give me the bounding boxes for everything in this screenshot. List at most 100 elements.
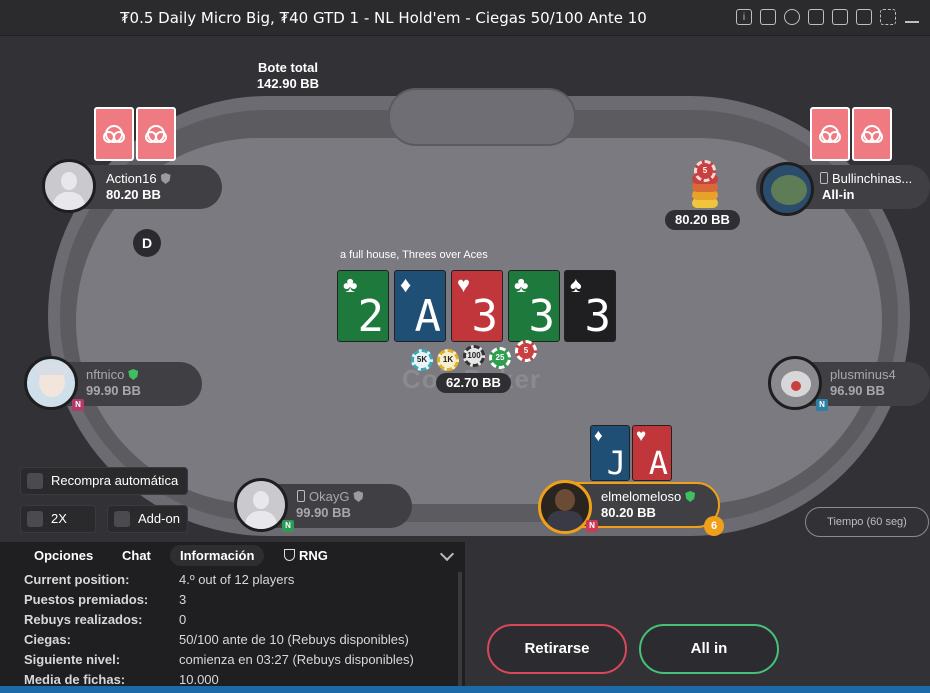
table-top-slot bbox=[388, 88, 576, 146]
info-value: 4.º out of 12 players bbox=[179, 572, 295, 587]
info-value: 3 bbox=[179, 592, 187, 607]
mobile-icon bbox=[820, 172, 828, 184]
lobby-icon[interactable] bbox=[808, 9, 824, 25]
card-suit: ♥ bbox=[457, 272, 471, 297]
card-back bbox=[810, 107, 850, 161]
board-card: ♣ 3 bbox=[508, 270, 560, 342]
shield-icon bbox=[284, 549, 295, 561]
card-back bbox=[136, 107, 176, 161]
info-value: 10.000 bbox=[179, 672, 219, 687]
board-card: ♣ 2 bbox=[337, 270, 389, 342]
chip: 5K bbox=[411, 349, 433, 371]
player-name: nftnico bbox=[86, 367, 139, 382]
info-key: Rebuys realizados: bbox=[24, 612, 143, 627]
card-rank: A bbox=[648, 444, 668, 481]
info-key: Media de fichas: bbox=[24, 672, 126, 687]
player-stack: All-in bbox=[822, 187, 855, 202]
window-title: ₮0.5 Daily Micro Big, ₮40 GTD 1 - NL Hol… bbox=[120, 9, 647, 27]
player-name: OkayG bbox=[297, 489, 364, 504]
chip: 25 bbox=[489, 347, 511, 369]
tab-chat[interactable]: Chat bbox=[122, 548, 151, 563]
time-bank-button[interactable]: Tiempo (60 seg) bbox=[805, 507, 929, 537]
tab-informacion[interactable]: Información bbox=[170, 545, 265, 566]
mobile-icon bbox=[297, 490, 305, 502]
cashier-icon[interactable] bbox=[760, 9, 776, 25]
player-name: elmelomeloso bbox=[601, 489, 696, 504]
settings-icon[interactable] bbox=[856, 9, 872, 25]
card-suit: ♣ bbox=[514, 272, 529, 297]
title-bar-icons: i bbox=[736, 9, 920, 25]
avatar bbox=[538, 480, 592, 534]
tables-icon[interactable] bbox=[832, 9, 848, 25]
avatar bbox=[42, 159, 96, 213]
player-name: Action16 bbox=[106, 171, 171, 186]
card-suit: ♥ bbox=[636, 426, 647, 445]
info-value: 50/100 ante de 10 (Rebuys disponibles) bbox=[179, 632, 409, 647]
tab-opciones[interactable]: Opciones bbox=[34, 548, 93, 563]
avatar bbox=[768, 356, 822, 410]
network-badge: N bbox=[72, 399, 84, 411]
card-back bbox=[94, 107, 134, 161]
tab-rng[interactable]: RNG bbox=[284, 548, 328, 563]
info-key: Siguiente nivel: bbox=[24, 652, 121, 667]
add-on-checkbox[interactable]: Add-on bbox=[107, 505, 188, 533]
card-rank: 3 bbox=[528, 291, 556, 342]
card-rank: 3 bbox=[471, 291, 499, 342]
total-pot-label: Bote total bbox=[258, 60, 318, 75]
seat-number-badge: 6 bbox=[704, 516, 724, 536]
info-key: Current position: bbox=[24, 572, 130, 587]
resize-icon[interactable] bbox=[880, 9, 896, 25]
chip: 1K bbox=[437, 349, 459, 371]
card-suit: ♦ bbox=[594, 426, 603, 445]
network-badge: N bbox=[816, 399, 828, 411]
board-card: ♥ 3 bbox=[451, 270, 503, 342]
total-pot-value: 142.90 BB bbox=[256, 76, 320, 91]
hole-card: ♦ J bbox=[590, 425, 630, 481]
player-name: Bullinchinas... bbox=[820, 171, 912, 186]
card-suit: ♣ bbox=[343, 272, 358, 297]
info-icon[interactable]: i bbox=[736, 9, 752, 25]
board-card: ♠ 3 bbox=[564, 270, 616, 342]
network-badge: N bbox=[282, 520, 294, 532]
hole-card: ♥ A bbox=[632, 425, 672, 481]
chip: 5 bbox=[515, 340, 537, 362]
player-stack: 96.90 BB bbox=[830, 383, 885, 398]
checkbox[interactable] bbox=[27, 473, 43, 489]
player-stack: 80.20 BB bbox=[106, 187, 161, 202]
fold-button[interactable]: Retirarse bbox=[487, 624, 627, 674]
card-suit: ♦ bbox=[400, 272, 412, 297]
center-bet: 62.70 BB bbox=[436, 373, 511, 393]
verified-shield-icon bbox=[128, 369, 139, 380]
panel-tabs: Opciones Chat Información RNG bbox=[0, 542, 465, 570]
avatar bbox=[234, 478, 288, 532]
info-key: Ciegas: bbox=[24, 632, 71, 647]
checkbox[interactable] bbox=[27, 511, 43, 527]
player-stack: 99.90 BB bbox=[86, 383, 141, 398]
dealer-button: D bbox=[133, 229, 161, 257]
card-rank: 3 bbox=[584, 291, 612, 342]
all-in-button[interactable]: All in bbox=[639, 624, 779, 674]
history-icon[interactable] bbox=[784, 9, 800, 25]
verified-shield-icon bbox=[160, 173, 171, 184]
player-stack: 80.20 BB bbox=[601, 505, 656, 520]
card-rank: J bbox=[606, 444, 626, 481]
board-card: ♦ A bbox=[394, 270, 446, 342]
verified-shield-icon bbox=[353, 491, 364, 502]
avatar bbox=[760, 162, 814, 216]
scrollbar[interactable] bbox=[458, 572, 462, 690]
info-value: comienza en 03:27 (Rebuys disponibles) bbox=[179, 652, 414, 667]
player-stack: 99.90 BB bbox=[296, 505, 351, 520]
info-value: 0 bbox=[179, 612, 187, 627]
info-key: Puestos premiados: bbox=[24, 592, 149, 607]
card-rank: 2 bbox=[357, 291, 385, 342]
avatar bbox=[24, 356, 78, 410]
minimize-icon[interactable] bbox=[904, 9, 920, 25]
two-x-checkbox[interactable]: 2X bbox=[20, 505, 96, 533]
total-pot: Bote total 142.90 BB bbox=[240, 60, 336, 92]
checkbox[interactable] bbox=[114, 511, 130, 527]
card-back bbox=[852, 107, 892, 161]
card-rank: A bbox=[414, 291, 442, 342]
auto-rebuy-checkbox[interactable]: Recompra automática bbox=[20, 467, 188, 495]
verified-shield-icon bbox=[685, 491, 696, 502]
title-bar: ₮0.5 Daily Micro Big, ₮40 GTD 1 - NL Hol… bbox=[0, 0, 930, 36]
